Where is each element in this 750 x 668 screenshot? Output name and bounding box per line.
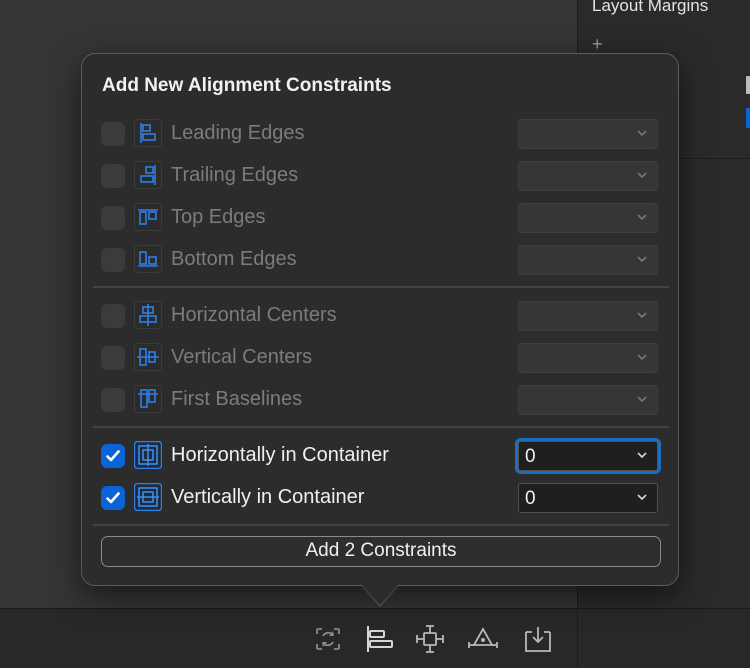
chevron-down-icon xyxy=(637,130,647,137)
constraint-row-leading-edges: Leading Edges xyxy=(82,117,680,151)
vertical-centers-offset-dropdown[interactable] xyxy=(518,343,658,373)
add-new-constraints-icon[interactable] xyxy=(413,623,447,655)
horizontal-centers-offset-dropdown[interactable] xyxy=(518,301,658,331)
divider xyxy=(93,286,669,288)
constraint-row-horizontal-centers: Horizontal Centers xyxy=(82,299,680,333)
align-icon[interactable] xyxy=(362,623,396,655)
embed-in-icon[interactable] xyxy=(521,623,555,655)
interface-builder-window: Layout Margins + Add New Alignment Const… xyxy=(0,0,750,668)
divider xyxy=(93,426,669,428)
inspector-control[interactable] xyxy=(746,76,750,94)
leading-edges-offset-dropdown[interactable] xyxy=(518,119,658,149)
vertical-centers-checkbox[interactable] xyxy=(101,346,125,370)
horizontally-in-container-checkbox[interactable] xyxy=(101,444,125,468)
chevron-down-icon xyxy=(637,172,647,179)
bottom-edges-label: Bottom Edges xyxy=(171,248,297,270)
align-first-baselines-icon xyxy=(134,385,162,413)
align-vertical-centers-icon xyxy=(134,343,162,371)
chevron-down-icon xyxy=(637,214,647,221)
vertically-in-container-label: Vertically in Container xyxy=(171,486,365,508)
horizontally-in-container-icon xyxy=(134,441,162,469)
vertical-centers-label: Vertical Centers xyxy=(171,346,313,368)
divider xyxy=(577,609,578,668)
horizontal-centers-label: Horizontal Centers xyxy=(171,304,337,326)
align-top-edges-icon xyxy=(134,203,162,231)
first-baselines-offset-dropdown[interactable] xyxy=(518,385,658,415)
constraint-row-vertical-centers: Vertical Centers xyxy=(82,341,680,375)
first-baselines-checkbox[interactable] xyxy=(101,388,125,412)
update-frames-icon[interactable] xyxy=(311,623,345,655)
constraint-row-trailing-edges: Trailing Edges xyxy=(82,159,680,193)
checkmark-icon xyxy=(106,450,120,462)
align-bottom-edges-icon xyxy=(134,245,162,273)
vertically-in-container-checkbox[interactable] xyxy=(101,486,125,510)
chevron-down-icon xyxy=(637,452,647,459)
vertically-in-container-offset-value: 0 xyxy=(525,488,536,509)
constraint-row-horizontally-in-container: Horizontally in Container 0 xyxy=(82,439,680,473)
divider xyxy=(93,524,669,526)
resolve-auto-layout-issues-icon[interactable] xyxy=(466,623,500,655)
leading-edges-checkbox[interactable] xyxy=(101,122,125,146)
bottom-edges-offset-dropdown[interactable] xyxy=(518,245,658,275)
vertically-in-container-icon xyxy=(134,483,162,511)
chevron-down-icon xyxy=(637,494,647,501)
top-edges-offset-dropdown[interactable] xyxy=(518,203,658,233)
horizontally-in-container-offset-dropdown[interactable]: 0 xyxy=(518,441,658,471)
constraint-row-bottom-edges: Bottom Edges xyxy=(82,243,680,277)
checkmark-icon xyxy=(106,492,120,504)
align-trailing-edges-icon xyxy=(134,161,162,189)
trailing-edges-checkbox[interactable] xyxy=(101,164,125,188)
align-leading-edges-icon xyxy=(134,119,162,147)
inspector-section-title: Layout Margins xyxy=(592,0,709,15)
vertically-in-container-offset-dropdown[interactable]: 0 xyxy=(518,483,658,513)
leading-edges-label: Leading Edges xyxy=(171,122,305,144)
horizontally-in-container-label: Horizontally in Container xyxy=(171,444,389,466)
canvas-bottom-toolbar xyxy=(0,608,750,668)
top-edges-checkbox[interactable] xyxy=(101,206,125,230)
popover-title: Add New Alignment Constraints xyxy=(102,75,392,96)
add-alignment-constraints-popover: Add New Alignment Constraints Leading Ed… xyxy=(81,53,679,586)
inspector-checkbox[interactable] xyxy=(746,108,750,128)
constraint-row-vertically-in-container: Vertically in Container 0 xyxy=(82,481,680,515)
chevron-down-icon xyxy=(637,312,647,319)
top-edges-label: Top Edges xyxy=(171,206,266,228)
bottom-edges-checkbox[interactable] xyxy=(101,248,125,272)
constraint-row-top-edges: Top Edges xyxy=(82,201,680,235)
horizontally-in-container-offset-value: 0 xyxy=(525,446,536,467)
add-constraints-button[interactable]: Add 2 Constraints xyxy=(101,536,661,567)
chevron-down-icon xyxy=(637,396,647,403)
add-margin-button[interactable]: + xyxy=(592,34,603,55)
chevron-down-icon xyxy=(637,354,647,361)
first-baselines-label: First Baselines xyxy=(171,388,303,410)
constraint-row-first-baselines: First Baselines xyxy=(82,383,680,417)
horizontal-centers-checkbox[interactable] xyxy=(101,304,125,328)
trailing-edges-label: Trailing Edges xyxy=(171,164,299,186)
popover-arrow-fill xyxy=(361,584,399,605)
trailing-edges-offset-dropdown[interactable] xyxy=(518,161,658,191)
chevron-down-icon xyxy=(637,256,647,263)
align-horizontal-centers-icon xyxy=(134,301,162,329)
